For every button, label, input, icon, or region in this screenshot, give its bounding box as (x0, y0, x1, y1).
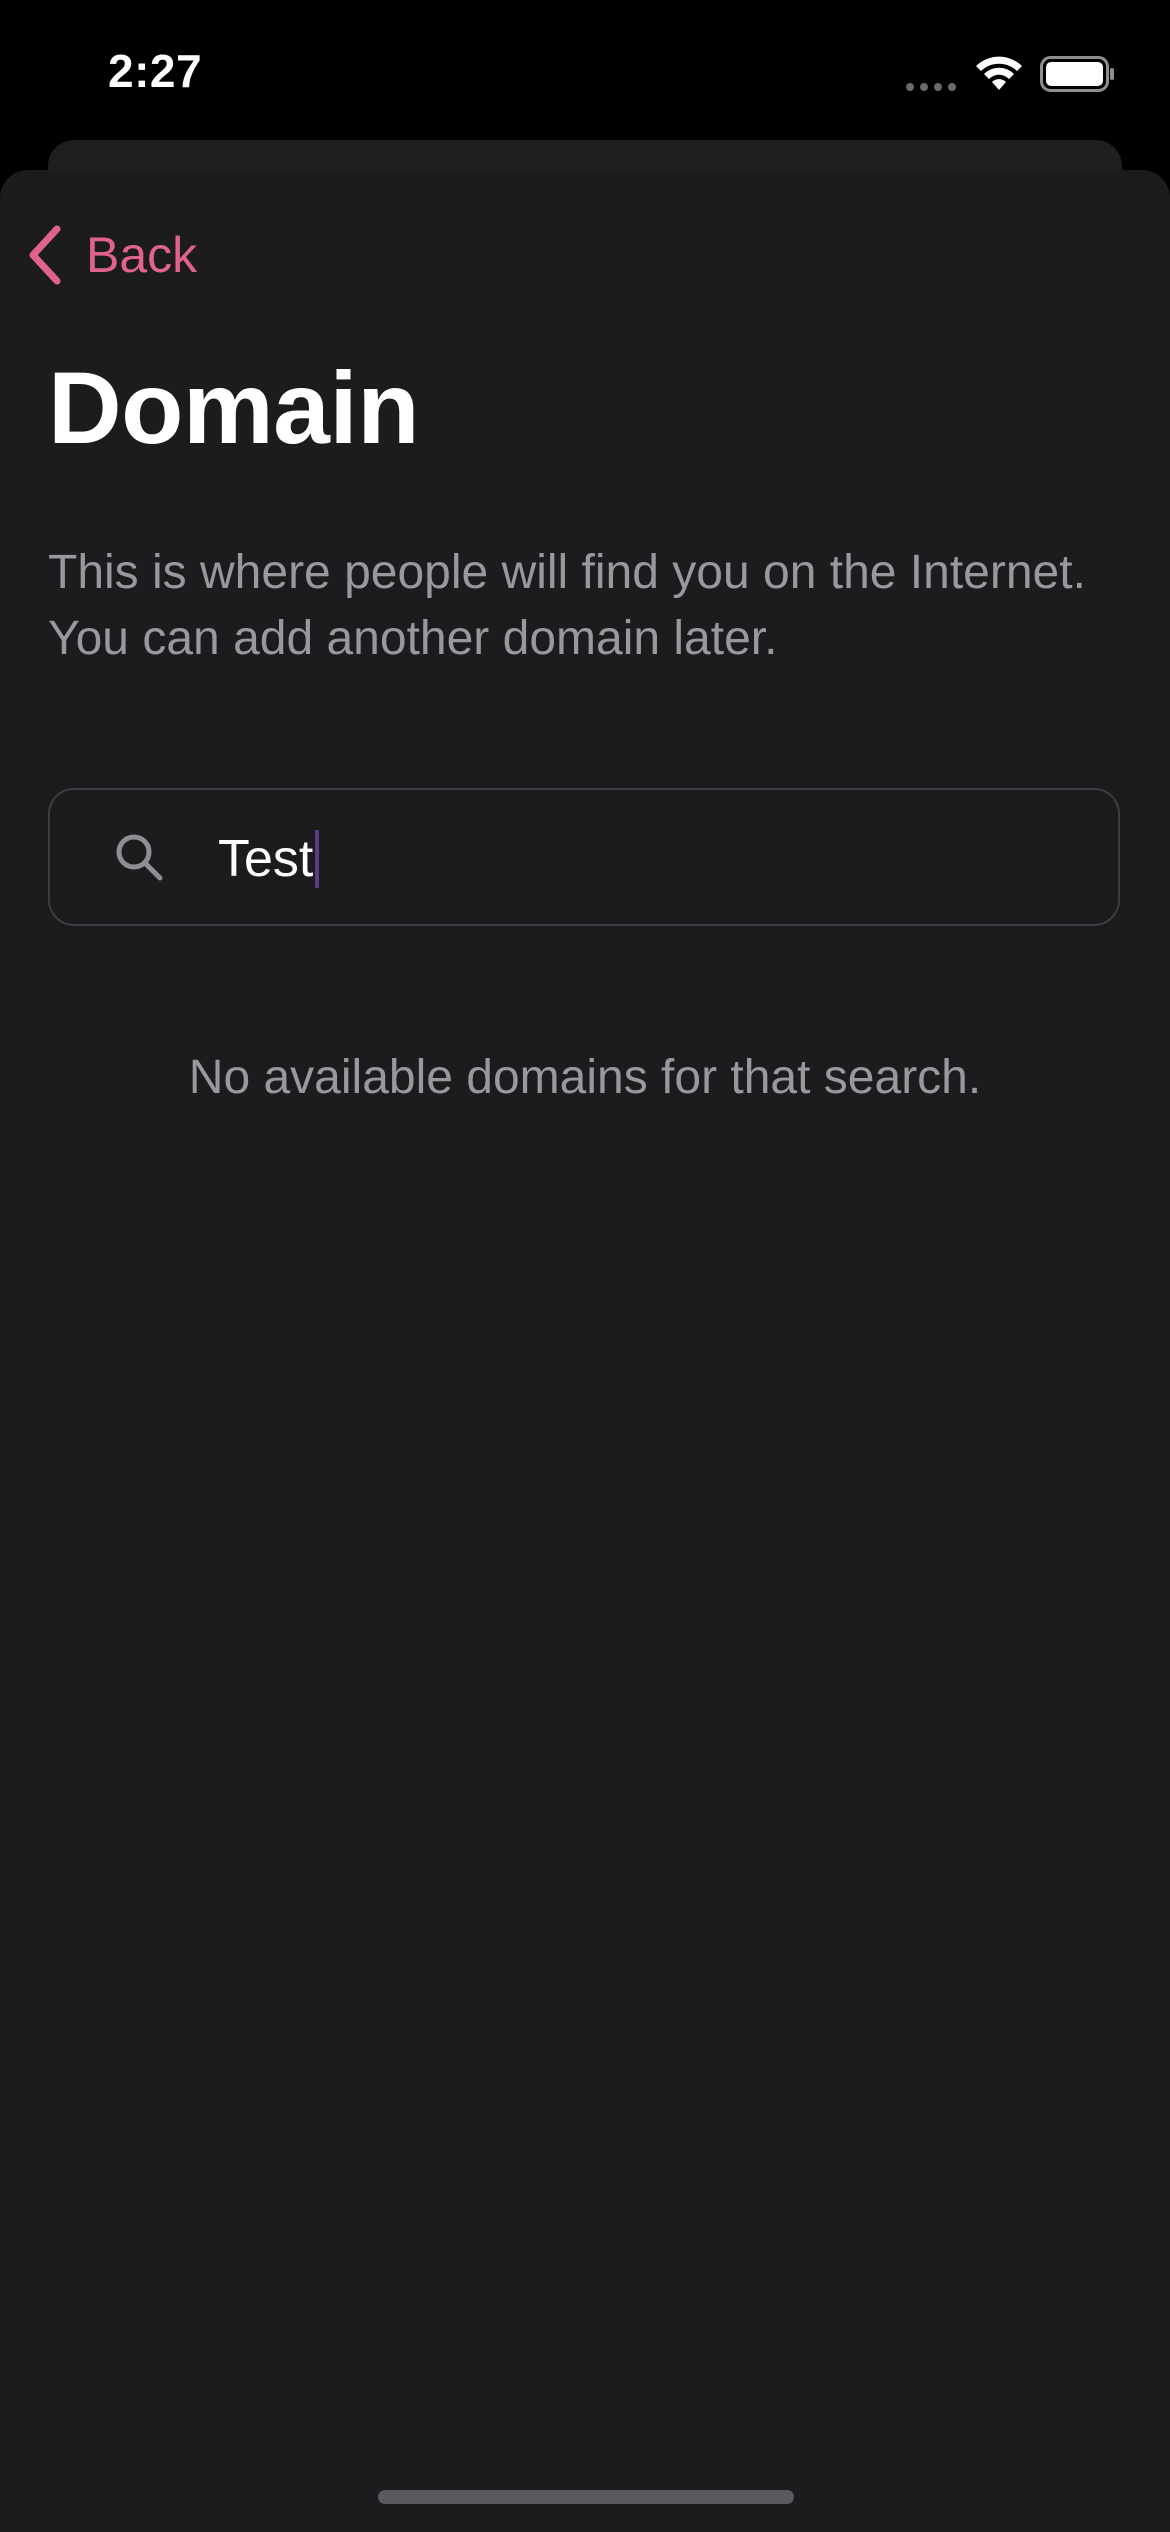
search-input-text[interactable]: Test (218, 828, 320, 890)
back-button[interactable]: Back (26, 220, 197, 290)
page-title: Domain (48, 351, 420, 465)
page-description: This is where people will find you on th… (48, 546, 1086, 665)
domain-sheet (0, 170, 1170, 2532)
status-bar: 2:27 (0, 0, 1170, 140)
home-indicator[interactable] (378, 2490, 794, 2504)
domain-search-input[interactable]: Test (48, 788, 1120, 926)
search-value: Test (218, 830, 314, 888)
back-label: Back (86, 227, 198, 283)
chevron-left-icon (29, 225, 61, 285)
wifi-icon (976, 56, 1022, 90)
status-time: 2:27 (108, 45, 203, 97)
text-cursor (315, 830, 320, 888)
battery-icon (1040, 56, 1114, 92)
empty-results-message: No available domains for that search. (188, 1051, 982, 1104)
search-icon (116, 834, 163, 881)
cellular-signal-icon (906, 83, 956, 91)
